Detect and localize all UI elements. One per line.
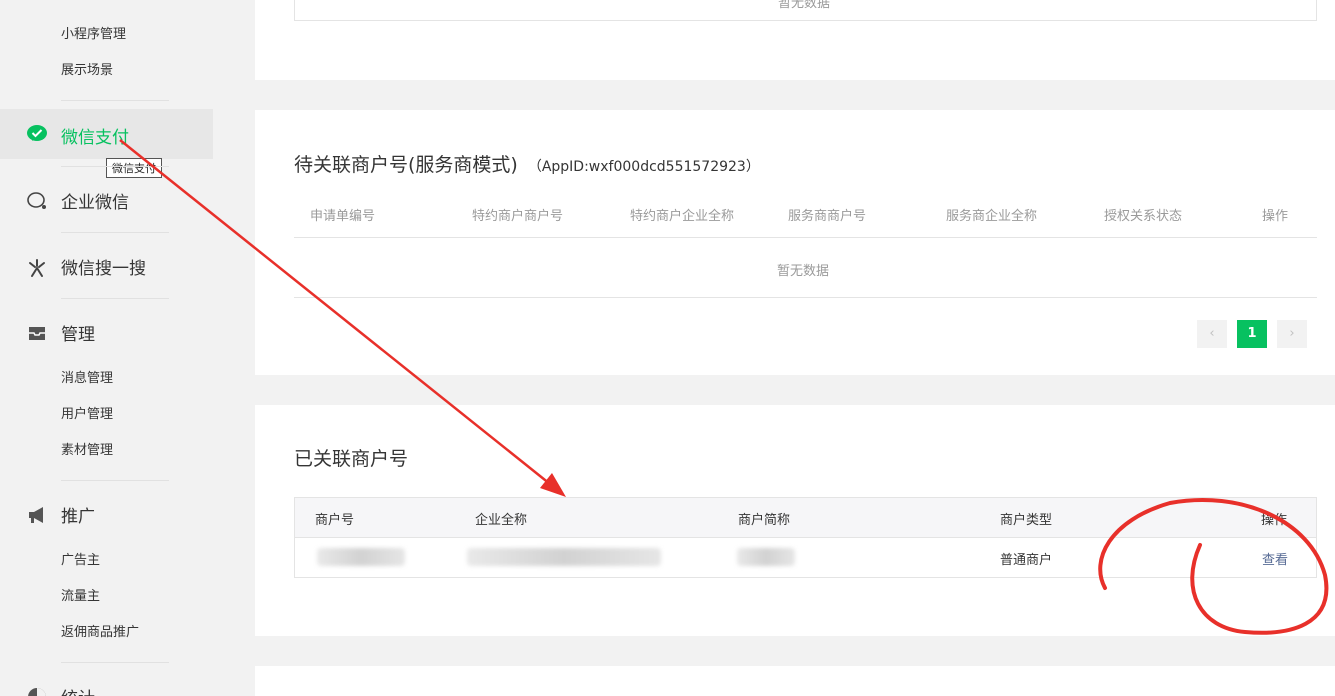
sidebar-item-wechat-pay[interactable]: 微信支付 (0, 109, 213, 159)
sidebar-item-promote: 推广 (0, 489, 213, 539)
sidebar-divider (61, 662, 169, 663)
column-header: 商户类型 (1000, 513, 1053, 528)
column-header: 企业全称 (475, 513, 528, 528)
column-header: 授权关系状态 (1104, 209, 1183, 224)
sidebar-item-commission[interactable]: 返佣商品推广 (61, 621, 139, 640)
table-row: 普通商户 查看 (294, 538, 1317, 578)
redacted-short-name (737, 548, 795, 566)
column-header: 服务商商户号 (788, 209, 867, 224)
sidebar-item-material-manage[interactable]: 素材管理 (61, 439, 113, 458)
panel-title: 待关联商户号(服务商模式) （AppID:wxf000dcd551572923） (294, 150, 760, 177)
table-header: 商户号 企业全称 商户简称 商户类型 操作 (294, 497, 1317, 538)
column-header: 特约商户企业全称 (630, 209, 735, 224)
bottom-panel (255, 666, 1335, 696)
sidebar: 小程序管理 展示场景 微信支付 微信支付 企业微信 微信搜一搜 管理 消息管理 (0, 0, 255, 696)
sidebar-item-display-scene[interactable]: 展示场景 (61, 59, 113, 78)
column-header: 特约商户商户号 (472, 209, 564, 224)
sidebar-item-miniprogram-manage[interactable]: 小程序管理 (61, 23, 126, 42)
sidebar-item-stats: 统计 (0, 671, 213, 696)
sidebar-divider (61, 232, 169, 233)
pager-next-button[interactable]: › (1277, 320, 1307, 348)
empty-text: 暂无数据 (777, 264, 830, 279)
pie-chart-icon (28, 688, 46, 696)
sidebar-item-enterprise-wechat[interactable]: 企业微信 (0, 175, 213, 225)
sidebar-item-wechat-search[interactable]: 微信搜一搜 (0, 241, 213, 291)
sidebar-item-label: 微信支付 (61, 128, 129, 148)
sidebar-item-message-manage[interactable]: 消息管理 (61, 367, 113, 386)
sidebar-section-label: 管理 (61, 325, 95, 345)
sidebar-section-label: 推广 (61, 507, 95, 527)
sidebar-item-manage: 管理 (0, 307, 213, 357)
redacted-merchant-id (317, 548, 405, 566)
wechat-search-icon (29, 259, 45, 277)
empty-row: 暂无数据 (294, 238, 1317, 298)
top-empty-table: 暂无数据 (294, 0, 1317, 21)
sidebar-divider (61, 166, 169, 167)
enterprise-wechat-icon (27, 192, 46, 209)
sidebar-section-label: 统计 (61, 684, 95, 696)
sidebar-item-publisher[interactable]: 流量主 (61, 585, 100, 604)
inbox-icon (29, 327, 45, 340)
panel-title-text: 待关联商户号(服务商模式) (294, 154, 518, 176)
sidebar-divider (61, 100, 169, 101)
column-header: 申请单编号 (310, 209, 376, 224)
pager-prev-button[interactable]: ‹ (1197, 320, 1227, 348)
sidebar-item-user-manage[interactable]: 用户管理 (61, 403, 113, 422)
sidebar-divider (61, 480, 169, 481)
panel-title: 已关联商户号 (294, 448, 409, 470)
sidebar-item-label: 企业微信 (61, 193, 129, 213)
wechat-pay-icon (27, 125, 47, 141)
redacted-company-name (467, 548, 661, 566)
view-link[interactable]: 查看 (1262, 549, 1288, 568)
appid-text: （AppID:wxf000dcd551572923） (527, 159, 760, 175)
column-header: 操作 (1261, 513, 1288, 528)
pager-page-button[interactable]: 1 (1237, 320, 1267, 348)
empty-text: 暂无数据 (778, 0, 831, 11)
column-header: 商户简称 (738, 513, 791, 528)
linked-merchant-panel: 已关联商户号 商户号 企业全称 商户简称 商户类型 操作 普通商户 查看 (255, 405, 1335, 636)
sidebar-item-label: 微信搜一搜 (61, 259, 146, 279)
column-header: 操作 (1262, 209, 1289, 224)
table-header: 申请单编号 特约商户商户号 特约商户企业全称 服务商商户号 服务商企业全称 授权… (294, 188, 1317, 238)
sidebar-item-advertiser[interactable]: 广告主 (61, 549, 100, 568)
pending-merchant-panel: 待关联商户号(服务商模式) （AppID:wxf000dcd551572923） … (255, 110, 1335, 375)
column-header: 商户号 (315, 513, 355, 528)
megaphone-icon (29, 507, 43, 523)
merchant-type-cell: 普通商户 (1000, 553, 1053, 568)
column-header: 服务商企业全称 (946, 209, 1038, 224)
sidebar-divider (61, 298, 169, 299)
